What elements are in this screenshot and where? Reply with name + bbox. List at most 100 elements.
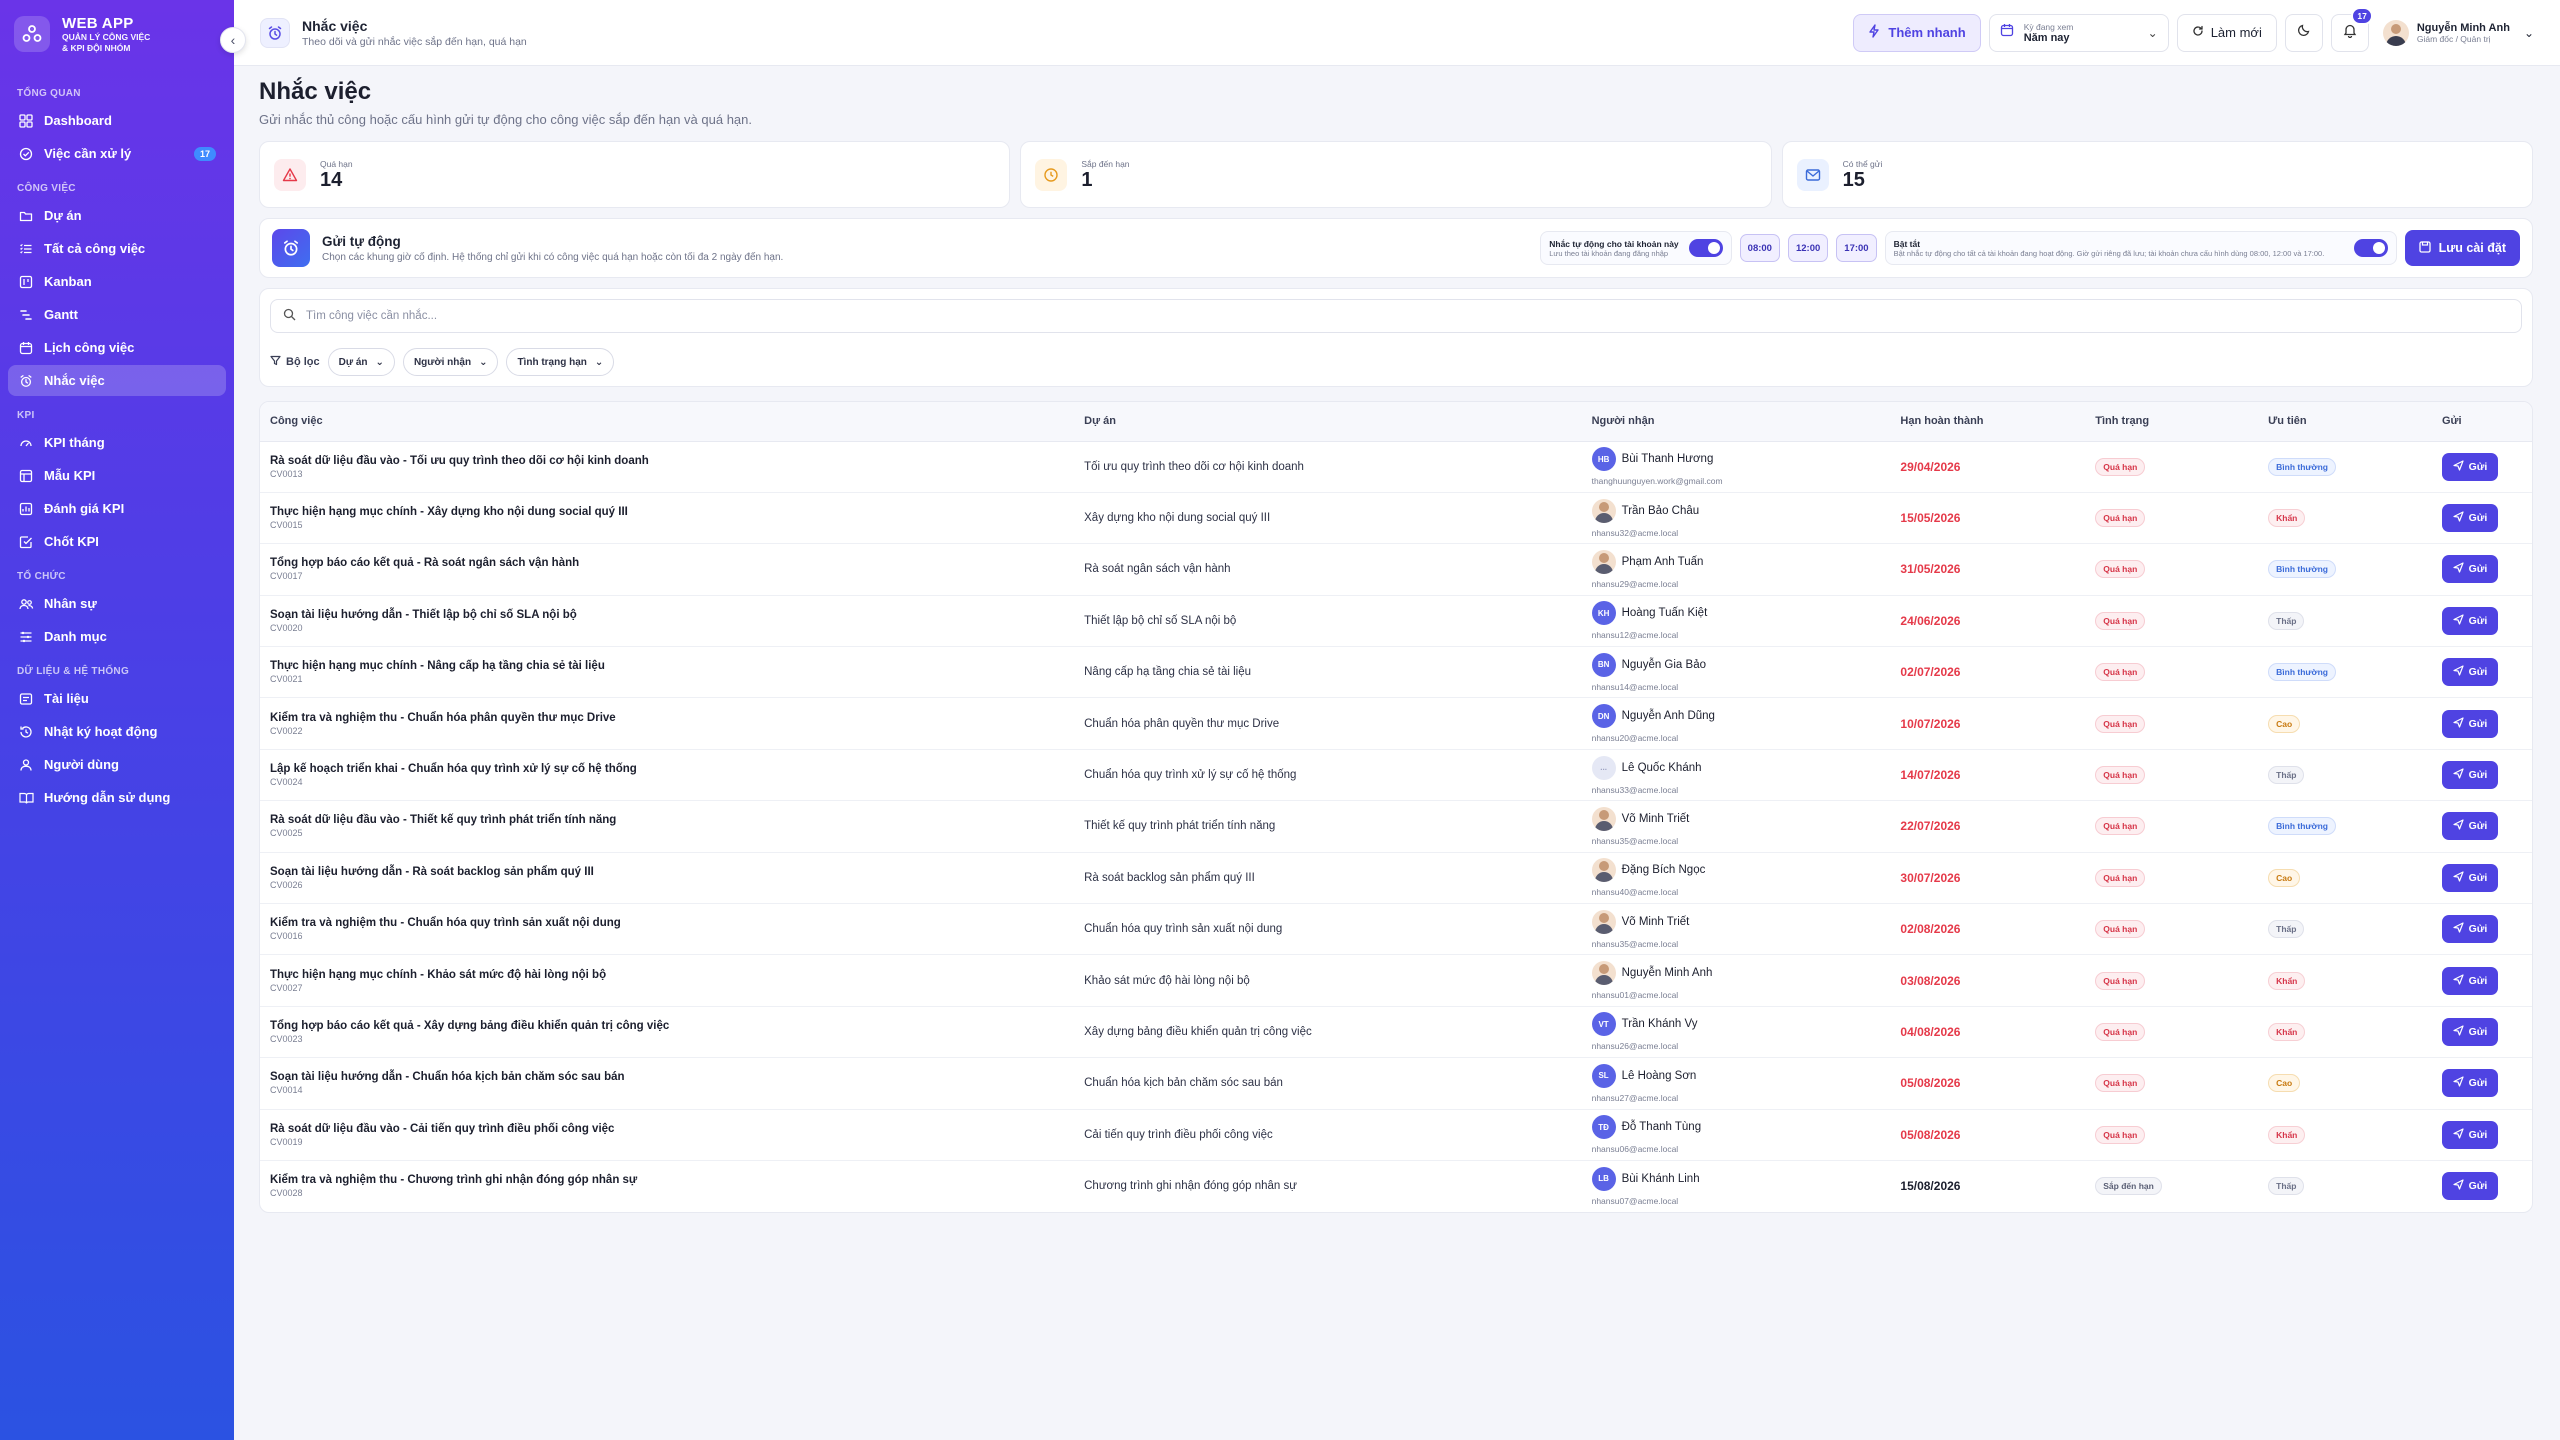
task-name[interactable]: Soạn tài liệu hướng dẫn - Thiết lập bộ c… bbox=[270, 609, 1064, 621]
sidebar-item-check-square[interactable]: Chốt KPI bbox=[8, 526, 226, 557]
send-button[interactable]: Gửi bbox=[2442, 761, 2498, 790]
sidebar-item-label: Việc cần xử lý bbox=[44, 146, 132, 161]
task-name[interactable]: Rà soát dữ liệu đầu vào - Tối ưu quy trì… bbox=[270, 455, 1064, 467]
task-name[interactable]: Kiểm tra và nghiệm thu - Chuẩn hóa quy t… bbox=[270, 917, 1064, 929]
refresh-button[interactable]: Làm mới bbox=[2176, 13, 2277, 52]
receiver-filter-dropdown[interactable]: Người nhận ⌄ bbox=[402, 348, 499, 376]
due-status-filter-label: Tình trạng hạn bbox=[517, 356, 587, 368]
send-icon bbox=[2453, 871, 2464, 885]
task-name[interactable]: Thực hiện hạng mục chính - Khảo sát mức … bbox=[270, 969, 1064, 981]
project-cell: Chuẩn hóa kịch bản chăm sóc sau bán bbox=[1074, 1057, 1582, 1110]
send-button[interactable]: Gửi bbox=[2442, 555, 2498, 584]
task-name[interactable]: Rà soát dữ liệu đầu vào - Thiết kế quy t… bbox=[270, 814, 1064, 826]
due-date: 31/05/2026 bbox=[1890, 543, 2086, 596]
notification-button[interactable]: 17 bbox=[2330, 6, 2373, 52]
task-name[interactable]: Thực hiện hạng mục chính - Xây dựng kho … bbox=[270, 506, 1064, 518]
search-input[interactable]: Tìm công việc cần nhắc... bbox=[306, 310, 437, 322]
send-button[interactable]: Gửi bbox=[2442, 658, 2498, 687]
priority-badge: Cao bbox=[2268, 868, 2301, 887]
receiver-cell: Nguyễn Minh Anh nhansu01@acme.local bbox=[1581, 954, 1891, 1007]
sidebar-item-template[interactable]: Mẫu KPI bbox=[8, 460, 226, 491]
sidebar-item-list[interactable]: Tất cả công việc bbox=[8, 233, 226, 264]
collapse-sidebar-button[interactable]: ‹ bbox=[220, 27, 246, 53]
sidebar-item-alarm[interactable]: Nhắc việc bbox=[8, 365, 226, 396]
sidebar-section-title: CÔNG VIỆC bbox=[17, 183, 76, 194]
time-chip-1700[interactable]: 17:00 bbox=[1836, 234, 1877, 262]
global-auto-toggle[interactable] bbox=[2353, 239, 2388, 257]
send-button[interactable]: Gửi bbox=[2442, 504, 2498, 533]
send-button[interactable]: Gửi bbox=[2442, 1069, 2498, 1098]
priority-cell: Bình thường bbox=[2258, 800, 2432, 853]
project-cell: Tối ưu quy trình theo dõi cơ hội kinh do… bbox=[1074, 441, 1582, 493]
time-chip-1200[interactable]: 12:00 bbox=[1787, 234, 1829, 262]
due-status-filter-dropdown[interactable]: Tình trạng hạn ⌄ bbox=[506, 348, 615, 376]
task-code: CV0022 bbox=[270, 725, 303, 736]
table-row: Tổng hợp báo cáo kết quả - Rà soát ngân … bbox=[260, 543, 2532, 596]
period-select[interactable]: Kỳ đang xem Năm nay ⌄ bbox=[1988, 13, 2169, 52]
send-button[interactable]: Gửi bbox=[2442, 452, 2498, 481]
sidebar-item-user[interactable]: Người dùng bbox=[8, 749, 226, 780]
send-button[interactable]: Gửi bbox=[2442, 966, 2498, 995]
sidebar-item-label: Tất cả công việc bbox=[44, 241, 146, 256]
sidebar-item-book[interactable]: Hướng dẫn sử dụng bbox=[8, 782, 226, 813]
project-cell: Chuẩn hóa quy trình sản xuất nội dung bbox=[1074, 903, 1582, 956]
quick-add-label: Thêm nhanh bbox=[1888, 25, 1966, 40]
task-code: CV0017 bbox=[270, 571, 303, 582]
task-name[interactable]: Soạn tài liệu hướng dẫn - Chuẩn hóa kịch… bbox=[270, 1071, 1064, 1083]
table-row: Rà soát dữ liệu đầu vào - Cải tiến quy t… bbox=[260, 1109, 2532, 1161]
brand[interactable]: WEB APP QUẢN LÝ CÔNG VIỆC & KPI ĐỘI NHÓM bbox=[0, 0, 234, 68]
task-name[interactable]: Soạn tài liệu hướng dẫn - Rà soát backlo… bbox=[270, 866, 1064, 878]
sidebar-item-document[interactable]: Tài liệu bbox=[8, 683, 226, 714]
sidebar-item-dashboard[interactable]: Dashboard bbox=[8, 105, 226, 136]
send-button[interactable]: Gửi bbox=[2442, 812, 2498, 841]
sidebar-item-label: KPI tháng bbox=[44, 435, 105, 450]
send-cell: Gửi bbox=[2432, 800, 2532, 853]
sidebar-item-check-circle[interactable]: Việc cần xử lý 17 bbox=[8, 138, 226, 169]
sidebar-item-gantt[interactable]: Gantt bbox=[8, 299, 226, 330]
stat-label: Sắp đến hạn bbox=[1081, 158, 1130, 169]
task-name[interactable]: Tổng hợp báo cáo kết quả - Rà soát ngân … bbox=[270, 557, 1064, 569]
send-button[interactable]: Gửi bbox=[2442, 863, 2498, 892]
sidebar-item-kanban[interactable]: Kanban bbox=[8, 266, 226, 297]
send-button[interactable]: Gửi bbox=[2442, 915, 2498, 944]
sidebar-item-users[interactable]: Nhân sự bbox=[8, 588, 226, 619]
table-row: Thực hiện hạng mục chính - Khảo sát mức … bbox=[260, 954, 2532, 1007]
task-name[interactable]: Lập kế hoạch triển khai - Chuẩn hóa quy … bbox=[270, 763, 1064, 775]
status-badge: Quá hạn bbox=[2095, 1074, 2146, 1093]
send-cell: Gửi bbox=[2432, 697, 2532, 750]
due-date: 15/08/2026 bbox=[1900, 1179, 1961, 1194]
theme-toggle-button[interactable] bbox=[2284, 13, 2323, 52]
sidebar-item-history[interactable]: Nhật ký hoạt động bbox=[8, 716, 226, 747]
sidebar-item-folder[interactable]: Dự án bbox=[8, 200, 226, 231]
project-filter-dropdown[interactable]: Dự án ⌄ bbox=[327, 348, 395, 376]
time-chip-0800[interactable]: 08:00 bbox=[1739, 234, 1780, 262]
task-cell: Lập kế hoạch triển khai - Chuẩn hóa quy … bbox=[260, 749, 1075, 802]
sidebar-item-category[interactable]: Danh mục bbox=[8, 621, 226, 652]
user-menu[interactable]: Nguyễn Minh Anh Giám đốc / Quản trị ⌄ bbox=[2382, 19, 2534, 46]
task-name[interactable]: Tổng hợp báo cáo kết quả - Xây dựng bảng… bbox=[270, 1020, 1064, 1032]
quick-add-button[interactable]: Thêm nhanh bbox=[1853, 13, 1981, 52]
task-name[interactable]: Kiểm tra và nghiệm thu - Chương trình gh… bbox=[270, 1174, 1064, 1186]
save-settings-button[interactable]: Lưu cài đặt bbox=[2404, 230, 2520, 266]
task-name[interactable]: Kiểm tra và nghiệm thu - Chuẩn hóa phân … bbox=[270, 712, 1064, 724]
send-cell: Gửi bbox=[2432, 492, 2532, 545]
send-button[interactable]: Gửi bbox=[2442, 1172, 2498, 1201]
send-button[interactable]: Gửi bbox=[2442, 1017, 2498, 1046]
account-auto-toggle[interactable] bbox=[1688, 239, 1723, 257]
kanban-icon bbox=[18, 274, 34, 290]
search-box[interactable]: Tìm công việc cần nhắc... bbox=[270, 299, 2522, 333]
status-cell: Quá hạn bbox=[2085, 697, 2259, 750]
task-cell: Soạn tài liệu hướng dẫn - Chuẩn hóa kịch… bbox=[260, 1057, 1075, 1110]
sidebar-item-calendar[interactable]: Lịch công việc bbox=[8, 332, 226, 363]
priority-badge: Cao bbox=[2268, 714, 2301, 733]
table-row: Kiểm tra và nghiệm thu - Chương trình gh… bbox=[260, 1160, 2532, 1211]
sidebar-item-rating[interactable]: Đánh giá KPI bbox=[8, 493, 226, 524]
send-label: Gửi bbox=[2468, 1128, 2488, 1141]
send-button[interactable]: Gửi bbox=[2442, 606, 2498, 635]
send-button[interactable]: Gửi bbox=[2442, 1120, 2498, 1149]
sidebar-item-gauge[interactable]: KPI tháng bbox=[8, 427, 226, 458]
send-button[interactable]: Gửi bbox=[2442, 709, 2498, 738]
auto-send-panel: Gửi tự động Chọn các khung giờ cố định. … bbox=[259, 218, 2533, 278]
task-name[interactable]: Thực hiện hạng mục chính - Nâng cấp hạ t… bbox=[270, 660, 1064, 672]
task-name[interactable]: Rà soát dữ liệu đầu vào - Cải tiến quy t… bbox=[270, 1123, 1064, 1135]
